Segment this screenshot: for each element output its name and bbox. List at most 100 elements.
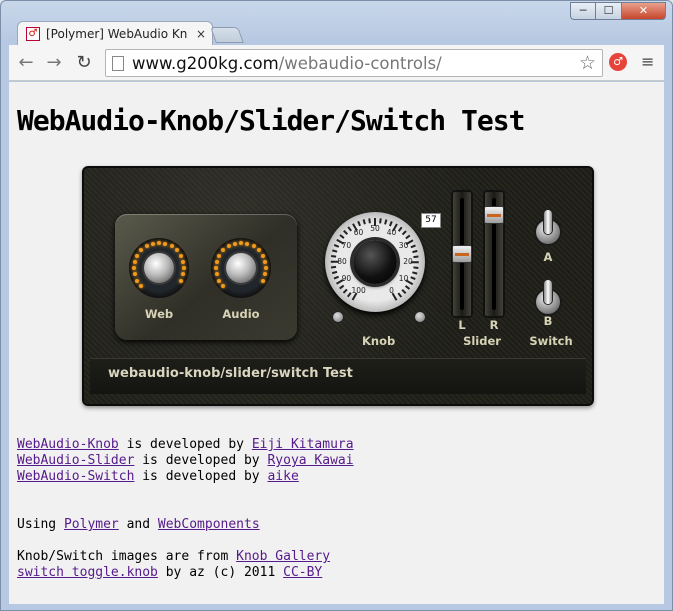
knob-scale-tick [412, 249, 418, 253]
credits-list: WebAudio-Knob is developed by Eiji Kitam… [17, 437, 354, 485]
address-bar[interactable]: www.g200kg.com/webaudio-controls/ ☆ [105, 49, 603, 77]
switch-a-label: A [543, 250, 553, 264]
control-panel: Web Audio 100 90 80 70 60 50 40 30 20 10 0 57 Knob… [82, 166, 594, 406]
using-prefix: Using [17, 517, 64, 532]
credit-text: is developed by [134, 469, 268, 484]
knob-scale-number: 70 [341, 240, 352, 250]
webaudio-switch-link[interactable]: WebAudio-Switch [17, 469, 134, 484]
webcomponents-link[interactable]: WebComponents [158, 517, 260, 532]
led-dot [132, 266, 136, 270]
screw-icon [333, 312, 343, 322]
led-dot [150, 241, 155, 246]
knob-scale-number: 80 [337, 257, 347, 266]
knob-scale-tick [397, 226, 403, 232]
slider-left[interactable] [451, 190, 473, 318]
bookmark-star-icon[interactable]: ☆ [579, 52, 596, 74]
browser-window: ─ ☐ ✕ ♂ [Polymer] WebAudio Kn × ← → ↻ ww… [0, 0, 673, 611]
led-dot [251, 244, 256, 249]
forward-button[interactable]: → [43, 53, 65, 73]
tab-close-icon[interactable]: × [196, 27, 206, 41]
knob-group-box: Web Audio [115, 214, 297, 340]
url-host: www.g200kg.com [132, 53, 279, 73]
close-window-button[interactable]: ✕ [622, 2, 666, 20]
led-dot [181, 272, 186, 277]
knob-scale-tick [333, 244, 340, 248]
led-dot [174, 248, 179, 253]
page-icon [112, 55, 124, 71]
minimize-button[interactable]: ─ [570, 2, 596, 20]
knob-scale-tick [401, 289, 407, 294]
window-caption-buttons: ─ ☐ ✕ [570, 2, 666, 20]
led-dot [232, 241, 237, 246]
knob-scale-number: 20 [403, 257, 413, 266]
main-knob[interactable]: 100 90 80 70 60 50 40 30 20 10 0 [325, 212, 425, 312]
browser-tab[interactable]: ♂ [Polymer] WebAudio Kn × [17, 21, 213, 45]
knob-scale-number: 0 [389, 285, 394, 295]
led-dot [178, 278, 183, 283]
web-knob-cap [144, 253, 174, 283]
knob-scale-tick [331, 266, 337, 269]
led-dot [144, 244, 149, 249]
images-credit: Knob/Switch images are from Knob Gallery… [17, 549, 330, 581]
switch-b[interactable] [535, 280, 561, 314]
author-link[interactable]: Ryoya Kawai [267, 453, 353, 468]
slider-l-label: L [458, 318, 466, 332]
webaudio-slider-link[interactable]: WebAudio-Slider [17, 453, 134, 468]
browser-toolbar: ← → ↻ www.g200kg.com/webaudio-controls/ … [9, 45, 664, 81]
credit-text: is developed by [118, 437, 252, 452]
polymer-link[interactable]: Polymer [64, 517, 119, 532]
audio-knob[interactable] [211, 238, 271, 298]
switch-label: Switch [529, 334, 573, 348]
knob-scale-number: 90 [341, 273, 352, 283]
knob-scale-tick [362, 219, 366, 225]
reload-button[interactable]: ↻ [73, 53, 95, 73]
cc-by-link[interactable]: CC-BY [283, 565, 322, 580]
led-dot [157, 241, 161, 245]
led-dot [214, 272, 219, 277]
switch-toggle-link[interactable]: switch toggle.knob [17, 565, 158, 580]
images-prefix: Knob/Switch images are from [17, 549, 237, 564]
knob-scale-number: 10 [398, 273, 409, 283]
extension-icon[interactable]: ♂ [609, 53, 627, 71]
led-dot [245, 241, 250, 246]
slider-left-thumb[interactable] [452, 245, 472, 263]
credit-line: WebAudio-Switch is developed by aike [17, 469, 354, 485]
led-dot [260, 278, 265, 283]
author-link[interactable]: aike [267, 469, 298, 484]
switch-b-label: B [543, 314, 553, 328]
led-dot [226, 244, 231, 249]
led-dot [214, 266, 218, 270]
slider-right-thumb[interactable] [484, 206, 504, 225]
knob-gallery-link[interactable]: Knob Gallery [236, 549, 330, 564]
knob-scale-tick [333, 276, 340, 280]
audio-knob-cap [226, 253, 256, 283]
web-knob[interactable] [129, 238, 189, 298]
using-line: Using Polymer and WebComponents [17, 517, 260, 533]
maximize-button[interactable]: ☐ [596, 2, 622, 20]
author-link[interactable]: Eiji Kitamura [252, 437, 354, 452]
menu-icon[interactable]: ≡ [641, 54, 655, 70]
led-dot [169, 244, 174, 249]
led-dot [221, 283, 226, 288]
using-and: and [118, 517, 158, 532]
knob-scale-tick [397, 292, 403, 298]
knob-scale-tick [357, 221, 361, 227]
knob-scale-tick [368, 218, 371, 224]
web-knob-label: Web [144, 307, 174, 321]
credit-text: is developed by [134, 453, 268, 468]
slider-right[interactable] [483, 190, 505, 318]
new-tab-button[interactable] [210, 27, 244, 43]
knob-scale-tick [384, 219, 387, 225]
webaudio-knob-link[interactable]: WebAudio-Knob [17, 437, 119, 452]
main-knob-center [353, 240, 397, 284]
url-path: /webaudio-controls/ [278, 53, 442, 73]
led-dot [263, 259, 268, 264]
led-dot [239, 241, 243, 245]
back-button[interactable]: ← [15, 53, 37, 73]
knob-scale-number: 60 [353, 228, 364, 238]
site-favicon-icon: ♂ [26, 26, 40, 41]
knob-scale-tick [379, 218, 382, 224]
slider-label: Slider [463, 334, 501, 348]
page-content: WebAudio-Knob/Slider/Switch Test Web Aud… [9, 82, 664, 604]
switch-a[interactable] [535, 210, 561, 244]
